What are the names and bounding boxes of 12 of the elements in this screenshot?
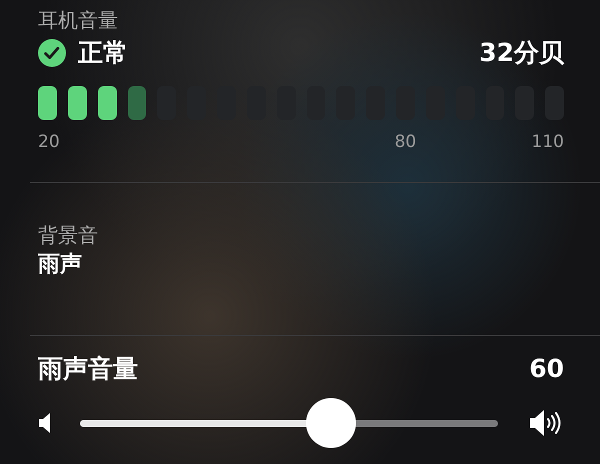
- section-title: 耳机音量: [38, 7, 118, 34]
- scale-label: 80: [394, 131, 416, 154]
- scale-label: 110: [532, 131, 564, 154]
- background-sound-item[interactable]: 背景音 雨声: [38, 183, 564, 307]
- volume-reading: 60: [529, 353, 564, 385]
- volume-slider[interactable]: [80, 398, 498, 448]
- scale-label: 20: [38, 131, 60, 154]
- level-reading: 32分贝: [479, 37, 564, 69]
- status-label: 正常: [78, 37, 128, 69]
- volume-label: 雨声音量: [38, 353, 138, 385]
- item-value: 雨声: [38, 251, 82, 279]
- item-label: 背景音: [38, 222, 98, 249]
